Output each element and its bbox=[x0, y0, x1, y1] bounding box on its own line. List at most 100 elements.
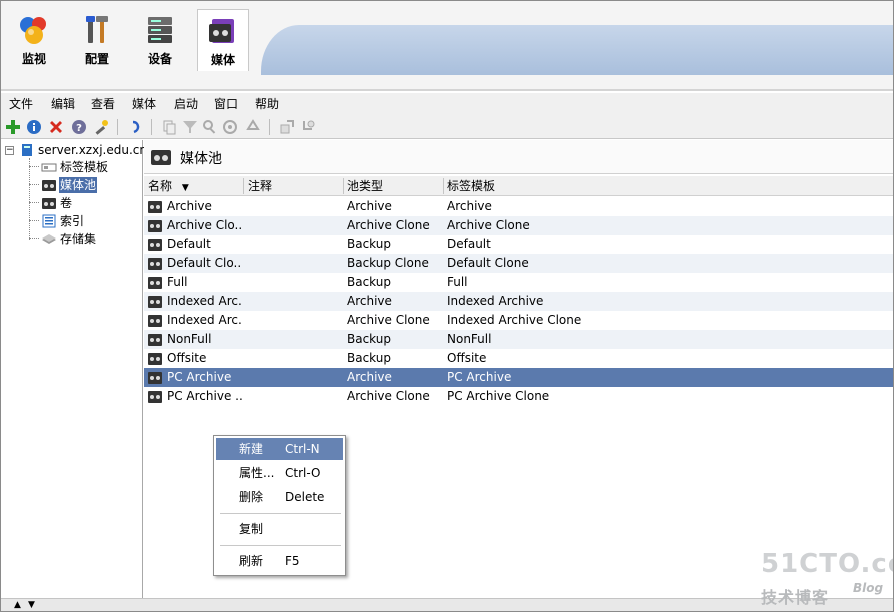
column-header-pool-type[interactable]: 池类型 bbox=[347, 178, 383, 194]
cell-name: PC Archive ... bbox=[167, 389, 242, 403]
menu-help[interactable]: 帮助 bbox=[255, 95, 279, 113]
table-row[interactable]: Indexed Arc... Archive Indexed Archive bbox=[144, 292, 893, 311]
export-icon[interactable] bbox=[279, 119, 295, 135]
cell-label-template: Default bbox=[447, 237, 491, 251]
cell-name: Archive Clo... bbox=[167, 218, 242, 232]
app-window: 监视 配置 设备 媒体 文件 编辑 查看 媒体 启动 窗口 帮助 ? − ser… bbox=[0, 0, 894, 612]
cell-name: Offsite bbox=[167, 351, 207, 365]
table-row-selected[interactable]: PC Archive Archive PC Archive bbox=[144, 368, 893, 387]
table-row[interactable]: Default Clo... Backup Clone Default Clon… bbox=[144, 254, 893, 273]
column-header-name[interactable]: 名称 ▼ bbox=[148, 178, 189, 194]
cell-pool-type: Archive bbox=[347, 199, 392, 213]
tree-item-index[interactable]: 索引 bbox=[41, 213, 85, 229]
context-item-new[interactable]: 新建 Ctrl-N bbox=[216, 438, 343, 460]
context-item-properties[interactable]: 属性... Ctrl-O bbox=[216, 462, 343, 484]
media-pool-icon bbox=[148, 334, 162, 346]
cell-name: Default bbox=[167, 237, 211, 251]
help-icon[interactable]: ? bbox=[71, 119, 87, 135]
recycle-icon[interactable] bbox=[245, 119, 261, 135]
table-row[interactable]: Offsite Backup Offsite bbox=[144, 349, 893, 368]
tree-item-storage-sets[interactable]: 存储集 bbox=[41, 231, 97, 247]
cell-name: PC Archive bbox=[167, 370, 232, 384]
nav-button-device[interactable]: 设备 bbox=[134, 9, 186, 71]
filter-icon[interactable] bbox=[182, 119, 198, 135]
tree-item-label-templates[interactable]: 标签模板 bbox=[41, 159, 109, 175]
target-icon[interactable] bbox=[222, 119, 238, 135]
toolbar: ? bbox=[1, 115, 893, 139]
delete-icon[interactable] bbox=[48, 119, 64, 135]
cell-pool-type: Archive Clone bbox=[347, 389, 430, 403]
watermark-main: 51CTO.com bbox=[761, 549, 893, 579]
info-icon[interactable] bbox=[26, 119, 42, 135]
cell-pool-type: Backup Clone bbox=[347, 256, 429, 270]
cell-name: Default Clo... bbox=[167, 256, 242, 270]
menu-window[interactable]: 窗口 bbox=[214, 95, 238, 113]
menu-media[interactable]: 媒体 bbox=[132, 95, 156, 113]
nav-button-media[interactable]: 媒体 bbox=[197, 9, 249, 71]
cell-label-template: PC Archive bbox=[447, 370, 512, 384]
table-row[interactable]: PC Archive ... Archive Clone PC Archive … bbox=[144, 387, 893, 406]
table-row[interactable]: Archive Clo... Archive Clone Archive Clo… bbox=[144, 216, 893, 235]
cell-label-template: Full bbox=[447, 275, 468, 289]
table-row[interactable]: Indexed Arc... Archive Clone Indexed Arc… bbox=[144, 311, 893, 330]
watermark: 51CTO.com 技术博客 Blog bbox=[761, 549, 893, 609]
collapse-toggle[interactable]: − bbox=[5, 146, 14, 155]
context-item-copy[interactable]: 复制 bbox=[216, 518, 343, 540]
search-icon[interactable] bbox=[202, 119, 218, 135]
undo-icon[interactable] bbox=[127, 119, 143, 135]
media-pool-icon bbox=[148, 296, 162, 308]
media-pool-icon bbox=[148, 220, 162, 232]
collapse-down-icon[interactable]: ▼ bbox=[28, 600, 35, 610]
pane-title: 媒体池 bbox=[180, 151, 222, 167]
cell-label-template: Default Clone bbox=[447, 256, 529, 270]
monitor-orbs-icon bbox=[20, 17, 46, 44]
wand-icon[interactable] bbox=[93, 119, 109, 135]
context-item-delete[interactable]: 删除 Delete bbox=[216, 486, 343, 508]
table-row[interactable]: Default Backup Default bbox=[144, 235, 893, 254]
nav-label: 设备 bbox=[147, 52, 172, 66]
context-item-refresh[interactable]: 刷新 F5 bbox=[216, 550, 343, 572]
context-menu: 新建 Ctrl-N 属性... Ctrl-O 删除 Delete 复制 刷新 F… bbox=[213, 435, 346, 576]
tree-root-server[interactable]: server.xzxj.edu.cn bbox=[19, 142, 148, 158]
expand-up-icon[interactable]: ▲ bbox=[14, 600, 21, 610]
volume-icon bbox=[42, 198, 56, 209]
cell-pool-type: Backup bbox=[347, 237, 391, 251]
menu-bar: 文件 编辑 查看 媒体 启动 窗口 帮助 bbox=[1, 93, 893, 115]
label-template-icon bbox=[41, 163, 57, 172]
cell-pool-type: Backup bbox=[347, 351, 391, 365]
tree-item-volumes[interactable]: 卷 bbox=[41, 195, 73, 211]
index-list-icon bbox=[42, 214, 56, 228]
table-row[interactable]: Full Backup Full bbox=[144, 273, 893, 292]
media-pool-icon bbox=[148, 315, 162, 327]
add-icon[interactable] bbox=[5, 119, 21, 135]
menu-view[interactable]: 查看 bbox=[91, 95, 115, 113]
nav-label: 媒体 bbox=[210, 53, 235, 67]
cell-name: NonFull bbox=[167, 332, 212, 346]
menu-edit[interactable]: 编辑 bbox=[51, 95, 75, 113]
media-pool-icon bbox=[148, 258, 162, 270]
tree-label: 存储集 bbox=[60, 232, 97, 246]
cell-pool-type: Backup bbox=[347, 332, 391, 346]
config-tools-icon bbox=[86, 16, 108, 43]
nav-label: 监视 bbox=[21, 52, 46, 66]
watermark-sub: 技术博客 bbox=[761, 588, 830, 607]
nav-button-monitor[interactable]: 监视 bbox=[8, 9, 60, 71]
nav-button-config[interactable]: 配置 bbox=[71, 9, 123, 71]
table-row[interactable]: NonFull Backup NonFull bbox=[144, 330, 893, 349]
column-header-label-template[interactable]: 标签模板 bbox=[447, 178, 495, 194]
table-row[interactable]: Archive Archive Archive bbox=[144, 197, 893, 216]
tree-item-media-pools[interactable]: 媒体池 bbox=[41, 177, 98, 193]
import-icon[interactable] bbox=[300, 119, 316, 135]
status-bar: ▲ ▼ bbox=[1, 598, 893, 611]
media-tape-icon bbox=[209, 19, 234, 43]
cell-label-template: Offsite bbox=[447, 351, 487, 365]
storage-set-icon bbox=[42, 234, 56, 244]
menu-file[interactable]: 文件 bbox=[9, 95, 33, 113]
device-server-icon bbox=[148, 17, 172, 43]
table-header: 名称 ▼ 注释 池类型 标签模板 bbox=[144, 176, 893, 196]
cell-label-template: Archive Clone bbox=[447, 218, 530, 232]
copy-icon[interactable] bbox=[161, 119, 177, 135]
cell-pool-type: Archive bbox=[347, 294, 392, 308]
column-header-comment[interactable]: 注释 bbox=[248, 178, 272, 194]
menu-start[interactable]: 启动 bbox=[174, 95, 198, 113]
